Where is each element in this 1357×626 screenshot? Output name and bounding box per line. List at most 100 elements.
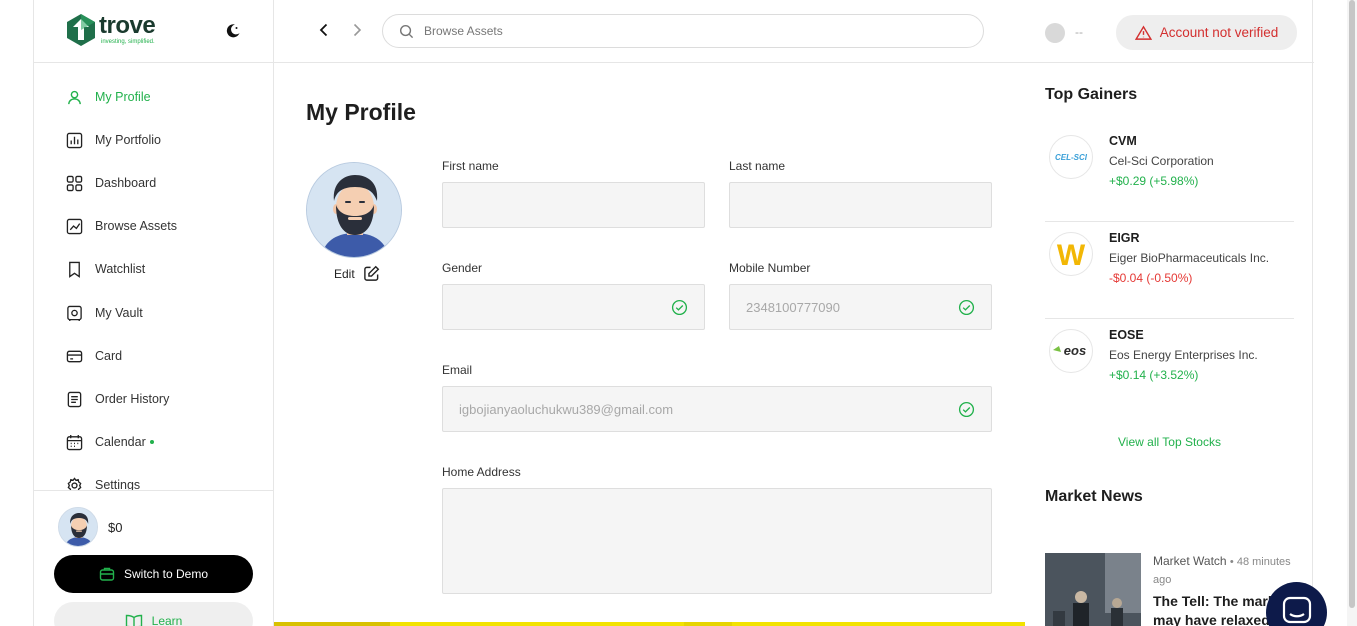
page-title: My Profile [306,99,416,125]
email-field-wrap [442,386,992,432]
scrollbar-thumb[interactable] [1349,0,1355,608]
right-panel: Top Gainers CEL-SCI CVM Cel-Sci Corporat… [1025,63,1314,626]
switch-to-demo-button[interactable]: Switch to Demo [54,555,253,593]
logo-row: trove investing, simplified. [34,0,274,63]
news-photo-icon [1045,553,1141,626]
search-input[interactable] [424,24,964,38]
back-arrow-icon[interactable] [316,22,332,38]
loading-bar-segment [684,622,732,626]
switch-to-demo-label: Switch to Demo [123,567,209,581]
mobile-number-field-wrap [729,284,992,330]
theme-toggle-icon[interactable] [224,22,242,40]
edit-avatar-button[interactable]: Edit [334,265,380,282]
stock-ticker: EOSE [1109,328,1144,342]
profile-avatar [306,162,402,258]
briefcase-icon [99,567,115,581]
brand-name: trove [99,12,156,39]
home-address-field[interactable] [459,501,975,561]
top-bar [274,0,1025,63]
home-address-field-wrap [442,488,992,594]
forward-arrow-icon[interactable] [349,22,365,38]
gender-field-wrap [442,284,705,330]
avatar-illustration-icon [59,508,97,546]
verified-check-icon [958,401,975,417]
sidebar-item-watchlist[interactable]: Watchlist [66,254,145,284]
book-icon [125,614,142,626]
learn-button[interactable]: Learn [54,602,253,626]
app-frame: trove investing, simplified. My Profile … [33,0,1314,626]
portfolio-icon [66,132,83,148]
stock-change: +$0.29 (+5.98%) [1109,174,1199,188]
sidebar-item-label: My Vault [95,306,143,320]
news-item[interactable]: Market Watch • 48 minutes ago The Tell: … [1045,553,1294,626]
home-address-label: Home Address [442,465,521,479]
calendar-icon [66,434,83,450]
stock-change: -$0.04 (-0.50%) [1109,271,1193,285]
last-name-field-wrap [729,182,992,228]
user-icon [68,90,81,104]
sidebar: trove investing, simplified. My Profile … [34,0,274,626]
first-name-field-wrap [442,182,705,228]
sidebar-item-label: My Portfolio [95,133,161,147]
learn-label: Learn [151,614,183,626]
sidebar-item-order-history[interactable]: Order History [66,384,169,414]
stock-change: +$0.14 (+3.52%) [1109,368,1199,382]
news-source-name: Market Watch [1153,554,1227,568]
sidebar-footer: $0 Switch to Demo Learn [34,490,274,626]
stock-item-cvm[interactable]: CEL-SCI CVM Cel-Sci Corporation +$0.29 (… [1045,125,1294,222]
wallet-balance[interactable]: $0 [58,507,122,547]
last-name-label: Last name [729,159,786,173]
edit-icon [363,265,379,281]
stock-name: Cel-Sci Corporation [1109,154,1214,168]
sidebar-item-label: Dashboard [95,176,157,190]
eos-logo-icon: eos [1049,329,1093,373]
sidebar-item-card[interactable]: Card [66,341,122,371]
sidebar-item-dashboard[interactable]: Dashboard [66,168,156,198]
sidebar-item-calendar[interactable]: Calendar [66,427,154,457]
mobile-number-field[interactable] [746,299,958,315]
avatar-illustration-icon [307,163,401,257]
sidebar-item-my-profile[interactable]: My Profile [66,82,151,112]
card-icon [66,350,83,362]
sidebar-item-label: Settings [95,478,141,490]
sidebar-item-label: Watchlist [95,262,146,276]
view-all-top-stocks-link[interactable]: View all Top Stocks [1025,435,1314,449]
search-bar [382,14,984,48]
sidebar-item-my-portfolio[interactable]: My Portfolio [66,125,161,155]
edit-label: Edit [334,266,355,281]
news-source: Market Watch • 48 minutes ago [1153,554,1291,586]
verified-check-icon [671,299,688,315]
stock-name: Eiger BioPharmaceuticals Inc. [1109,251,1270,265]
stock-name: Eos Energy Enterprises Inc. [1109,348,1258,362]
sidebar-item-browse-assets[interactable]: Browse Assets [66,211,177,241]
brand-tagline: investing, simplified. [101,39,155,45]
stock-ticker: CVM [1109,134,1137,148]
sidebar-item-label: My Profile [95,90,151,104]
sidebar-item-settings[interactable]: Settings [66,470,140,490]
cel-sci-logo-text: CEL-SCI [1055,153,1088,162]
notification-dot [149,440,154,444]
eiger-logo-icon: W [1049,232,1093,276]
dashboard-icon [66,175,83,191]
verify-label: Account not verified [1159,25,1279,40]
first-name-field[interactable] [459,197,688,213]
account-not-verified-button[interactable]: Account not verified [1116,15,1297,50]
sidebar-item-label: Browse Assets [95,219,177,233]
email-field[interactable] [459,401,958,417]
sidebar-item-label: Order History [95,392,170,406]
sidebar-item-my-vault[interactable]: My Vault [66,298,143,328]
email-label: Email [442,363,473,377]
trove-logo[interactable]: trove investing, simplified. [66,12,156,46]
stock-item-eigr[interactable]: W EIGR Eiger BioPharmaceuticals Inc. -$0… [1045,222,1294,319]
cel-sci-logo-icon: CEL-SCI [1049,135,1093,179]
sidebar-item-label: Card [95,349,123,363]
trove-logo-icon [67,14,95,46]
loading-bar-segment [274,622,390,626]
last-name-field[interactable] [746,197,975,213]
first-name-label: First name [442,159,499,173]
user-avatar[interactable] [1045,23,1065,43]
page-scrollbar[interactable] [1347,0,1357,626]
gender-label: Gender [442,261,483,275]
stock-item-eose[interactable]: eos EOSE Eos Energy Enterprises Inc. +$0… [1045,319,1294,416]
gender-field[interactable] [459,299,671,315]
